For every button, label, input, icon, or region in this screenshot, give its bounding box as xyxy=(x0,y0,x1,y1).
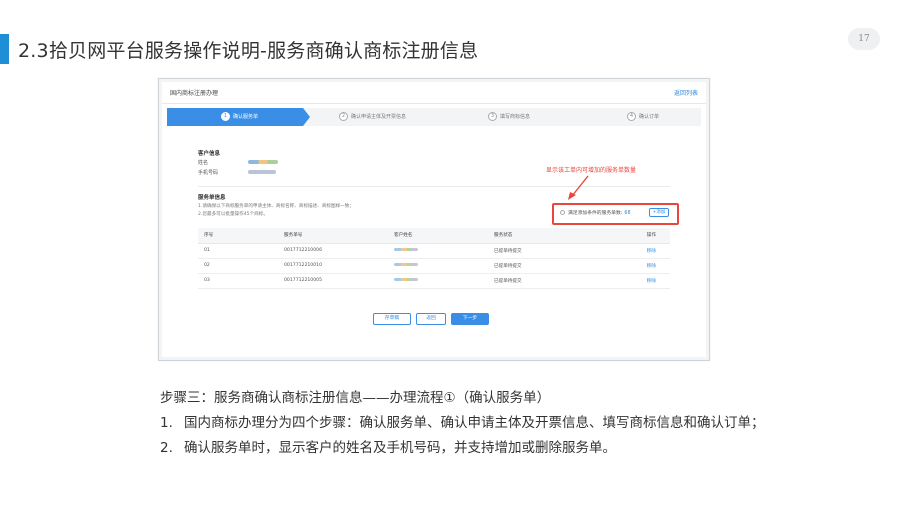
available-orders-count: 68 xyxy=(624,211,631,216)
ui-screenshot: 国内商标注册办理 返回列表 1 确认服务单 2 确认申请主体及开票信息 3 填写商标信… xyxy=(162,82,706,357)
row-index: 02 xyxy=(198,258,278,274)
add-service-order-button[interactable]: +添加 xyxy=(649,208,669,217)
row-action: 移除 xyxy=(598,273,670,289)
slide-title: 2.3拾贝网平台服务操作说明-服务商确认商标注册信息 xyxy=(18,40,479,62)
step-label: 填写商标信息 xyxy=(500,114,531,120)
section-divider xyxy=(198,186,670,187)
back-button[interactable]: 返回 xyxy=(416,313,446,325)
table-row: 03 0017712210005 已提单待提交 移除 xyxy=(198,273,670,289)
column-header: 服务状态 xyxy=(488,228,598,244)
item-text: 确认服务单时，显示客户的姓名及手机号码，并支持增加或删除服务单。 xyxy=(184,440,616,456)
step-3[interactable]: 3 填写商标信息 xyxy=(488,108,530,126)
service-section-title: 服务单信息 xyxy=(198,195,226,201)
blurred-name xyxy=(394,248,418,251)
next-step-button[interactable]: 下一步 xyxy=(451,313,489,325)
step-number: 4 xyxy=(627,112,636,121)
step-number: 1 xyxy=(221,112,230,121)
remove-link[interactable]: 移除 xyxy=(647,264,656,269)
customer-name-label: 姓名 xyxy=(198,160,209,166)
step-number: 3 xyxy=(488,112,497,121)
row-status: 已提单待提交 xyxy=(488,258,598,274)
row-order-no: 0017712210010 xyxy=(278,258,388,274)
row-index: 01 xyxy=(198,243,278,259)
column-header: 序号 xyxy=(198,228,278,244)
customer-name-value xyxy=(248,160,278,164)
save-draft-button[interactable]: 存草稿 xyxy=(373,313,411,325)
description-heading: 步骤三：服务商确认商标注册信息——办理流程①（确认服务单） xyxy=(160,390,551,406)
title-accent-bar xyxy=(0,34,9,64)
customer-phone-value xyxy=(248,170,276,174)
row-status: 已提单待提交 xyxy=(488,273,598,289)
available-orders-box: 满足添加条件的服务单数: 68 +添加 xyxy=(552,203,679,225)
screenshot-header: 国内商标注册办理 返回列表 xyxy=(162,82,706,104)
service-note-1: 1.请确保以下商标服务单的申请主体、商标名称、商标描述、商标图样一致； xyxy=(198,204,354,209)
column-header: 服务单号 xyxy=(278,228,388,244)
column-header: 客户姓名 xyxy=(388,228,488,244)
back-to-list-link[interactable]: 返回列表 xyxy=(674,88,698,97)
item-text: 国内商标办理分为四个步骤：确认服务单、确认申请主体及开票信息、填写商标信息和确认… xyxy=(184,415,765,431)
row-action: 移除 xyxy=(598,243,670,259)
row-status: 已提单待提交 xyxy=(488,243,598,259)
description-item-1: 1. 国内商标办理分为四个步骤：确认服务单、确认申请主体及开票信息、填写商标信息和… xyxy=(160,411,765,431)
item-number: 2. xyxy=(160,440,173,456)
step-1[interactable]: 1 确认服务单 xyxy=(221,108,258,126)
row-order-no: 0017712210005 xyxy=(278,273,388,289)
step-label: 确认申请主体及开票信息 xyxy=(351,114,407,120)
step-label: 确认服务单 xyxy=(233,114,259,120)
column-header: 操作 xyxy=(598,228,670,244)
step-label: 确认订单 xyxy=(639,114,660,120)
remove-link[interactable]: 移除 xyxy=(647,249,656,254)
table-header-row: 序号 服务单号 客户姓名 服务状态 操作 xyxy=(198,228,670,244)
blurred-name xyxy=(394,278,418,281)
table-row: 02 0017712210010 已提单待提交 移除 xyxy=(198,258,670,274)
step-4[interactable]: 4 确认订单 xyxy=(627,108,659,126)
step-2[interactable]: 2 确认申请主体及开票信息 xyxy=(339,108,406,126)
service-note-2: 2.您最多可以批量操作45个商标。 xyxy=(198,212,268,217)
item-number: 1. xyxy=(160,415,173,431)
description-item-2: 2. 确认服务单时，显示客户的姓名及手机号码，并支持增加或删除服务单。 xyxy=(160,436,616,456)
available-orders-label: 满足添加条件的服务单数: xyxy=(568,211,623,216)
blurred-name xyxy=(394,263,418,266)
row-customer-name xyxy=(388,258,488,274)
screenshot-title: 国内商标注册办理 xyxy=(170,90,219,97)
table-row: 01 0017712210006 已提单待提交 移除 xyxy=(198,243,670,259)
available-orders-info: 满足添加条件的服务单数: 68 xyxy=(560,209,631,216)
row-index: 03 xyxy=(198,273,278,289)
service-order-table: 序号 服务单号 客户姓名 服务状态 操作 01 0017712210006 已提… xyxy=(198,228,670,289)
annotation-callout: 显示该工单内可增加的服务单数量 xyxy=(546,167,637,174)
row-action: 移除 xyxy=(598,258,670,274)
step-number: 2 xyxy=(339,112,348,121)
page-number: 17 xyxy=(848,28,880,50)
customer-phone-label: 手机号码 xyxy=(198,170,219,176)
row-order-no: 0017712210006 xyxy=(278,243,388,259)
info-icon xyxy=(560,210,565,215)
remove-link[interactable]: 移除 xyxy=(647,279,656,284)
customer-section-title: 客户信息 xyxy=(198,151,221,157)
step-progress-bar: 1 确认服务单 2 确认申请主体及开票信息 3 填写商标信息 4 确认订单 xyxy=(167,108,701,126)
row-customer-name xyxy=(388,273,488,289)
ui-screenshot-frame: 国内商标注册办理 返回列表 1 确认服务单 2 确认申请主体及开票信息 3 填写商标信… xyxy=(158,78,710,361)
annotation-arrow-icon xyxy=(568,175,589,200)
row-customer-name xyxy=(388,243,488,259)
